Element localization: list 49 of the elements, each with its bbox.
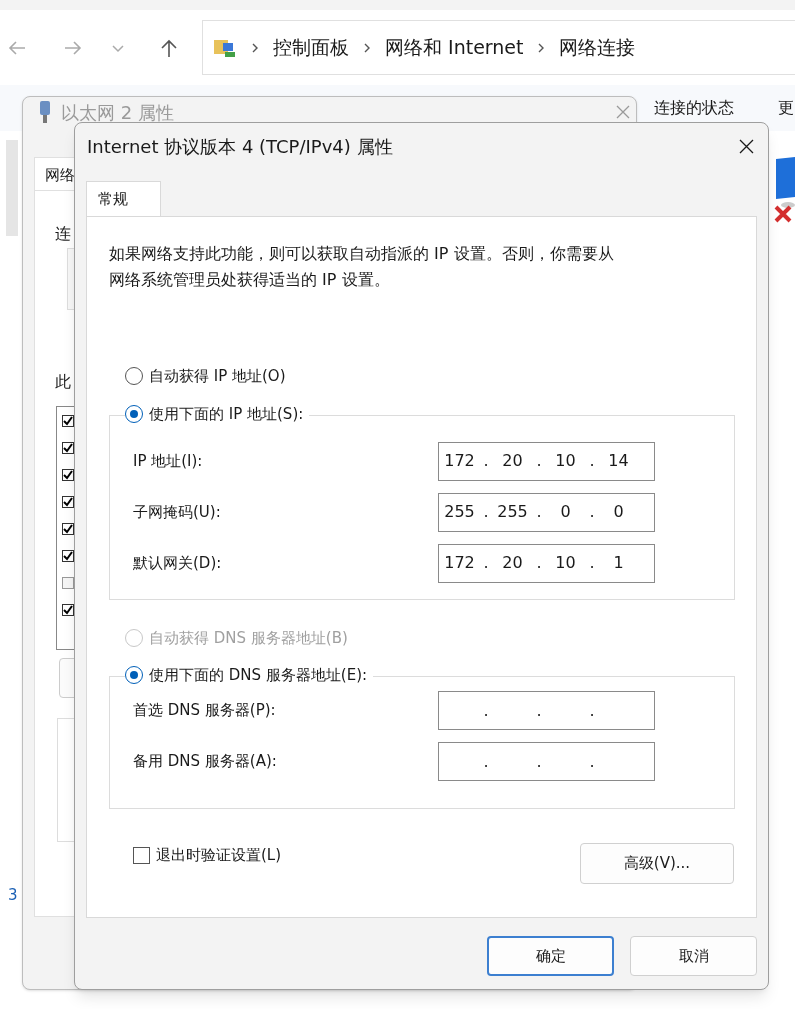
ip-address-field[interactable]: 255 . 255 . 0 . 0 bbox=[438, 492, 655, 532]
checkbox[interactable] bbox=[62, 523, 74, 535]
description-text: 如果网络支持此功能，则可以获取自动指派的 IP 设置。否则，你需要从网络系统管理员处获得适当的 IP 设置。 bbox=[109, 243, 615, 291]
checkbox[interactable] bbox=[62, 496, 74, 508]
command-item[interactable]: 更 bbox=[778, 96, 794, 120]
ip-address-field[interactable]: . . . bbox=[438, 691, 655, 730]
item-text: 3 bbox=[8, 885, 18, 906]
section-label: 连 bbox=[55, 223, 71, 245]
chevron-right-icon bbox=[537, 41, 546, 54]
field-label: 备用 DNS 服务器(A): bbox=[133, 751, 277, 773]
close-icon[interactable] bbox=[739, 138, 754, 154]
breadcrumb-item[interactable]: 网络和 Internet bbox=[385, 33, 524, 62]
radio-label: 使用下面的 IP 地址(S): bbox=[149, 403, 304, 425]
radio-label: 自动获得 DNS 服务器地址(B) bbox=[149, 627, 348, 649]
advanced-button[interactable]: 高级(V)... bbox=[580, 843, 734, 884]
network-adapter-icon bbox=[37, 100, 53, 124]
checkbox[interactable] bbox=[62, 469, 74, 481]
checkbox[interactable] bbox=[62, 442, 74, 454]
dialog-button[interactable]: 确定 bbox=[487, 936, 614, 976]
checkbox[interactable] bbox=[62, 604, 74, 616]
window-title: 以太网 2 属性 bbox=[61, 100, 174, 125]
chevron-right-icon bbox=[251, 41, 259, 54]
field-label: IP 地址(I): bbox=[133, 450, 203, 472]
window-title: Internet 协议版本 4 (TCP/IPv4) 属性 bbox=[87, 134, 393, 159]
radio-button[interactable] bbox=[125, 666, 143, 685]
network-disconnected-icon bbox=[772, 155, 795, 225]
radio-button[interactable] bbox=[125, 404, 143, 423]
checkbox[interactable] bbox=[133, 847, 150, 864]
radio-button[interactable] bbox=[125, 367, 143, 386]
dialog-button[interactable]: 取消 bbox=[630, 936, 757, 976]
checkbox[interactable] bbox=[62, 550, 74, 562]
checkbox[interactable] bbox=[62, 415, 74, 427]
ip-address-field[interactable]: 172 . 20 . 10 . 14 bbox=[438, 441, 655, 481]
chevron-right-icon bbox=[363, 41, 371, 54]
address-bar[interactable]: 控制面板 网络和 Internet 网络连接 bbox=[202, 20, 795, 75]
ip-address-field[interactable]: 172 . 20 . 10 . 1 bbox=[438, 543, 655, 583]
tab[interactable]: 常规 bbox=[86, 181, 161, 217]
ip-address-field[interactable]: . . . bbox=[438, 742, 655, 781]
checkbox[interactable] bbox=[62, 577, 74, 589]
command-item[interactable]: 连接的状态 bbox=[654, 96, 734, 120]
radio-label: 使用下面的 DNS 服务器地址(E): bbox=[149, 665, 368, 686]
field-label: 首选 DNS 服务器(P): bbox=[133, 700, 276, 722]
checkbox-label: 退出时验证设置(L) bbox=[156, 845, 282, 867]
breadcrumb-item[interactable]: 网络连接 bbox=[559, 33, 636, 62]
breadcrumb-item[interactable]: 控制面板 bbox=[273, 33, 349, 62]
field-label: 子网掩码(U): bbox=[133, 501, 221, 523]
section-label: 此 bbox=[55, 371, 71, 393]
field-label: 默认网关(D): bbox=[133, 552, 222, 574]
radio-label: 自动获得 IP 地址(O) bbox=[149, 366, 286, 387]
